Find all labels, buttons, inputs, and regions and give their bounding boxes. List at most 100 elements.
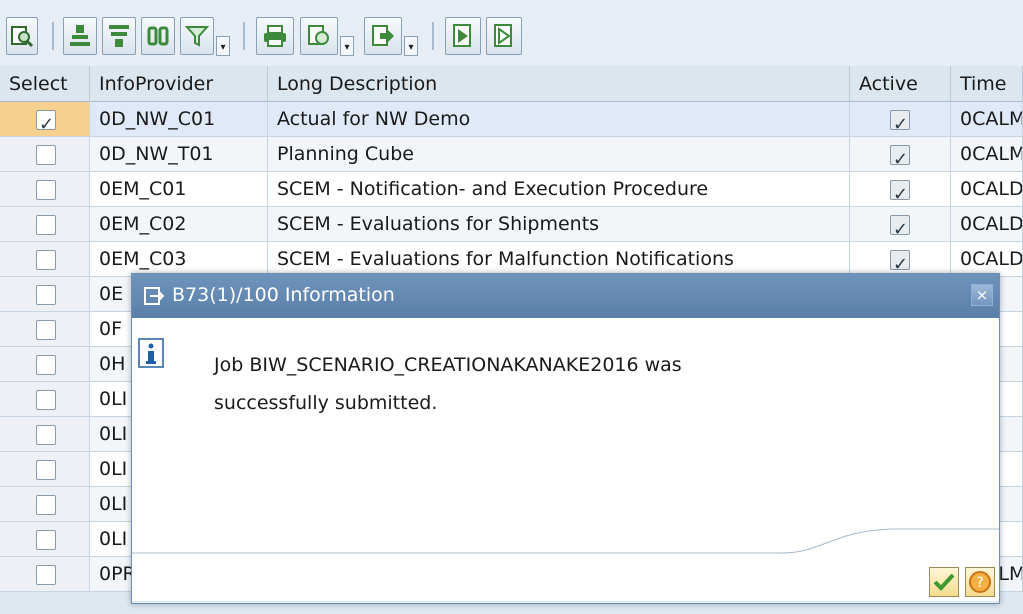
dialog-body: Job BIW_SCENARIO_CREATIONAKANAKE2016 was…	[132, 318, 999, 601]
cell-infoprovider[interactable]: 0EM_C01	[90, 172, 268, 207]
sort-descending-button[interactable]	[102, 17, 136, 55]
information-dialog: B73(1)/100 Information × Job BIW_SCENARI…	[131, 273, 1000, 604]
cell-time[interactable]: 0CALD	[951, 242, 1023, 277]
select-checkbox[interactable]	[36, 355, 56, 375]
filter-dropdown[interactable]: ▾	[216, 36, 230, 56]
print-button[interactable]	[256, 17, 294, 55]
help-icon: ?	[969, 571, 991, 593]
column-header-active[interactable]: Active	[850, 66, 951, 102]
toolbar-separator	[243, 22, 245, 50]
details-icon	[11, 26, 34, 48]
active-checkbox[interactable]	[890, 248, 910, 276]
dialog-title: B73(1)/100 Information	[172, 284, 395, 306]
select-checkbox-cell	[0, 382, 90, 417]
checkmark-icon	[933, 573, 955, 591]
column-header-infoprovider[interactable]: InfoProvider	[90, 66, 268, 102]
select-checkbox[interactable]	[36, 390, 56, 410]
select-checkbox[interactable]	[36, 320, 56, 340]
toolbar-separator	[52, 22, 54, 50]
select-checkbox-cell	[0, 452, 90, 487]
info-icon	[138, 338, 164, 368]
export-dropdown[interactable]: ▾	[340, 36, 354, 56]
cell-time[interactable]: 0CALM	[951, 137, 1023, 172]
cell-time[interactable]: 0CALD	[951, 172, 1023, 207]
dialog-close-button[interactable]: ×	[971, 284, 993, 306]
cell-long-description[interactable]: SCEM - Evaluations for Malfunction Notif…	[268, 242, 850, 277]
table-row[interactable]: 0EM_C03 SCEM - Evaluations for Malfunctio…	[0, 242, 1023, 277]
select-checkbox-cell	[0, 417, 90, 452]
dialog-title-bar[interactable]: B73(1)/100 Information ×	[132, 274, 999, 318]
table-row[interactable]: 0EM_C02SCEM - Evaluations for Shipments 0…	[0, 207, 1023, 242]
select-checkbox[interactable]	[36, 145, 56, 165]
select-checkbox[interactable]	[36, 180, 56, 200]
active-checkbox[interactable]	[890, 178, 910, 206]
select-checkbox[interactable]	[36, 565, 56, 585]
dialog-footer-divider	[132, 528, 999, 554]
sort-ascending-icon	[70, 25, 90, 46]
svg-text:?: ?	[976, 575, 983, 591]
cell-long-description[interactable]: SCEM - Notification- and Execution Proce…	[268, 172, 850, 207]
select-checkbox-cell	[0, 137, 90, 172]
download-button[interactable]	[364, 17, 402, 55]
help-button[interactable]: ?	[965, 567, 995, 597]
cell-long-description[interactable]: SCEM - Evaluations for Shipments	[268, 207, 850, 242]
cell-infoprovider[interactable]: 0D_NW_C01	[90, 102, 268, 137]
select-checkbox[interactable]	[36, 460, 56, 480]
active-checkbox[interactable]	[890, 108, 910, 136]
select-checkbox[interactable]	[36, 215, 56, 235]
select-checkbox-cell	[0, 312, 90, 347]
download-icon	[372, 25, 394, 46]
cell-long-description[interactable]: Actual for NW Demo	[268, 102, 850, 137]
select-checkbox[interactable]	[36, 530, 56, 550]
column-header-long-description[interactable]: Long Description	[268, 66, 850, 102]
toolbar-separator	[432, 22, 434, 50]
filter-icon	[185, 26, 209, 47]
select-checkbox[interactable]	[36, 495, 56, 515]
export-button[interactable]	[300, 17, 338, 55]
table-row[interactable]: 0EM_C01 SCEM - Notification- and Executio…	[0, 172, 1023, 207]
active-checkbox[interactable]	[890, 213, 910, 241]
select-checkbox[interactable]	[36, 108, 56, 136]
find-button[interactable]	[141, 17, 175, 55]
details-button[interactable]	[6, 17, 38, 55]
select-checkbox-cell	[0, 487, 90, 522]
toolbar: ▾ ▾ ▾	[0, 0, 1023, 66]
select-checkbox-cell	[0, 207, 90, 242]
cell-infoprovider[interactable]: 0D_NW_T01	[90, 137, 268, 172]
table-row[interactable]: 0D_NW_T01Planning Cube 0CALM	[0, 137, 1023, 172]
sort-ascending-button[interactable]	[63, 17, 97, 55]
deselect-all-icon	[494, 24, 512, 47]
cell-infoprovider[interactable]: 0EM_C03	[90, 242, 268, 277]
dialog-window-icon	[144, 287, 164, 305]
select-checkbox-cell	[0, 242, 90, 277]
select-checkbox[interactable]	[36, 250, 56, 270]
select-checkbox[interactable]	[36, 285, 56, 305]
dialog-message-line-2: successfully submitted.	[214, 392, 438, 414]
select-checkbox[interactable]	[36, 425, 56, 445]
select-checkbox-cell	[0, 347, 90, 382]
cell-time[interactable]: 0CALD	[951, 207, 1023, 242]
active-checkbox-cell	[850, 172, 951, 207]
cell-infoprovider[interactable]: 0EM_C02	[90, 207, 268, 242]
column-header-select[interactable]: Select	[0, 66, 90, 102]
select-checkbox-cell	[0, 172, 90, 207]
active-checkbox-cell	[850, 137, 951, 172]
select-checkbox-cell	[0, 522, 90, 557]
table-row[interactable]: 0D_NW_C01Actual for NW Demo 0CALM	[0, 102, 1023, 137]
sort-descending-icon	[109, 25, 129, 47]
cell-time[interactable]: 0CALM	[951, 102, 1023, 137]
select-all-button[interactable]	[445, 17, 481, 55]
column-header-time[interactable]: Time	[951, 66, 1023, 102]
select-all-icon	[453, 24, 471, 47]
dialog-message: Job BIW_SCENARIO_CREATIONAKANAKE2016 was…	[214, 346, 682, 422]
download-dropdown[interactable]: ▾	[404, 36, 418, 56]
dialog-message-line-1: Job BIW_SCENARIO_CREATIONAKANAKE2016 was	[214, 354, 682, 376]
active-checkbox[interactable]	[890, 143, 910, 171]
active-checkbox-cell	[850, 102, 951, 137]
filter-button[interactable]	[180, 17, 214, 55]
cell-long-description[interactable]: Planning Cube	[268, 137, 850, 172]
deselect-all-button[interactable]	[486, 17, 522, 55]
ok-button[interactable]	[929, 567, 959, 597]
find-icon	[147, 26, 169, 46]
active-checkbox-cell	[850, 207, 951, 242]
